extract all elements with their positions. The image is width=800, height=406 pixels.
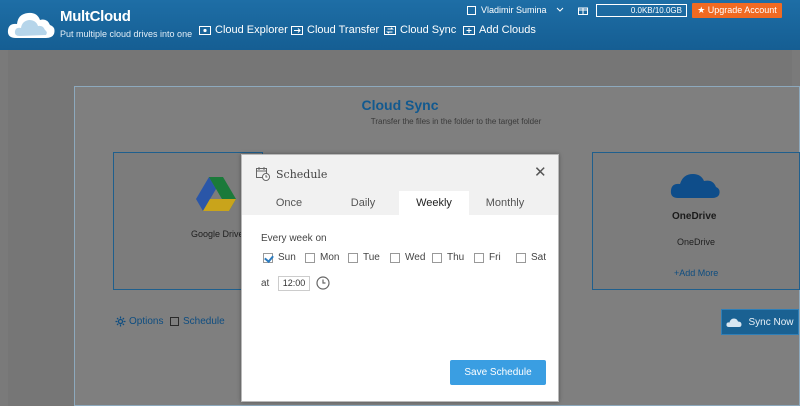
logo-cloud-icon[interactable] xyxy=(6,6,56,42)
schedule-checkbox[interactable] xyxy=(170,317,179,326)
time-input[interactable]: 12:00 xyxy=(278,276,310,291)
tab-once[interactable]: Once xyxy=(250,191,328,215)
chevron-down-icon xyxy=(556,7,563,12)
dialog-title: Schedule xyxy=(276,168,328,181)
nav-label: Cloud Sync xyxy=(400,24,457,36)
nav-cloud-transfer[interactable]: Cloud Transfer xyxy=(291,24,379,36)
day-checkbox[interactable] xyxy=(474,252,484,263)
schedule-toggle[interactable]: Schedule xyxy=(170,316,225,327)
day-label: Sun xyxy=(278,252,296,263)
brand-tagline: Put multiple cloud drives into one xyxy=(60,29,193,39)
day-option-fri[interactable]: Fri xyxy=(474,252,501,263)
day-option-sun[interactable]: Sun xyxy=(263,252,296,263)
day-option-sat[interactable]: Sat xyxy=(516,252,546,263)
day-option-thu[interactable]: Thu xyxy=(432,252,464,263)
options-label: Options xyxy=(129,316,164,327)
nav-label: Cloud Explorer xyxy=(215,24,288,36)
add-icon xyxy=(463,25,475,35)
day-label: Wed xyxy=(405,252,426,263)
clock-icon[interactable] xyxy=(316,276,330,290)
day-option-wed[interactable]: Wed xyxy=(390,252,425,263)
transfer-icon xyxy=(291,25,303,35)
google-drive-icon xyxy=(196,177,236,211)
tab-daily[interactable]: Daily xyxy=(324,191,402,215)
day-checkbox[interactable] xyxy=(305,252,315,263)
day-label: Fri xyxy=(489,252,501,263)
page-title: Cloud Sync xyxy=(361,97,439,113)
weekday-selector: Sun Mon Tue Wed Thu Fri Sat xyxy=(261,252,551,268)
nav-label: Add Clouds xyxy=(479,24,536,36)
at-label: at xyxy=(261,278,270,289)
cloud-sync-icon xyxy=(726,318,742,327)
brand-name[interactable]: MultCloud xyxy=(60,8,131,25)
user-check-icon xyxy=(467,5,476,15)
target-label: OneDrive xyxy=(677,237,716,247)
day-label: Sat xyxy=(531,252,547,263)
schedule-dialog: Schedule ✕ Once Daily Weekly Monthly Eve… xyxy=(241,154,559,402)
every-week-label: Every week on xyxy=(261,233,327,244)
day-option-mon[interactable]: Mon xyxy=(305,252,339,263)
tab-monthly[interactable]: Monthly xyxy=(468,191,542,215)
schedule-label: Schedule xyxy=(183,316,225,327)
storage-quota: 0.0KB/10.0GB xyxy=(596,4,687,17)
day-checkbox[interactable] xyxy=(263,252,273,263)
day-checkbox[interactable] xyxy=(516,252,526,263)
day-option-tue[interactable]: Tue xyxy=(348,252,380,263)
day-label: Mon xyxy=(320,252,340,263)
source-label: Google Drive xyxy=(191,229,244,239)
user-menu[interactable]: Vladimir Sumina xyxy=(467,5,564,15)
sync-now-label: Sync Now xyxy=(748,316,794,328)
target-name: OneDrive xyxy=(672,211,717,222)
day-checkbox[interactable] xyxy=(432,252,442,263)
options-link[interactable]: Options xyxy=(115,316,163,327)
calendar-clock-icon xyxy=(256,167,270,181)
nav-label: Cloud Transfer xyxy=(307,24,380,36)
nav-cloud-sync[interactable]: Cloud Sync xyxy=(384,24,456,36)
close-icon[interactable]: ✕ xyxy=(534,165,547,180)
sync-icon xyxy=(384,25,396,35)
schedule-tabs: Once Daily Weekly Monthly xyxy=(242,191,558,215)
nav-cloud-explorer[interactable]: Cloud Explorer xyxy=(199,24,288,36)
sync-now-button[interactable]: Sync Now xyxy=(721,309,799,335)
nav-add-clouds[interactable]: Add Clouds xyxy=(463,24,536,36)
save-schedule-button[interactable]: Save Schedule xyxy=(450,360,546,385)
day-checkbox[interactable] xyxy=(390,252,400,263)
onedrive-icon xyxy=(670,174,720,198)
day-label: Thu xyxy=(447,252,465,263)
gift-icon[interactable] xyxy=(578,5,588,15)
tab-weekly[interactable]: Weekly xyxy=(399,191,469,215)
add-more-link[interactable]: +Add More xyxy=(674,268,718,278)
day-checkbox[interactable] xyxy=(348,252,358,263)
top-bar: MultCloud Put multiple cloud drives into… xyxy=(0,0,800,50)
explorer-icon xyxy=(199,25,211,35)
dialog-header: Schedule ✕ xyxy=(242,155,558,191)
user-name: Vladimir Sumina xyxy=(481,5,547,15)
upgrade-button[interactable]: ★ Upgrade Account xyxy=(692,3,782,18)
day-label: Tue xyxy=(363,252,380,263)
gear-icon xyxy=(115,316,126,327)
page-subtitle: Transfer the files in the folder to the … xyxy=(370,117,542,126)
